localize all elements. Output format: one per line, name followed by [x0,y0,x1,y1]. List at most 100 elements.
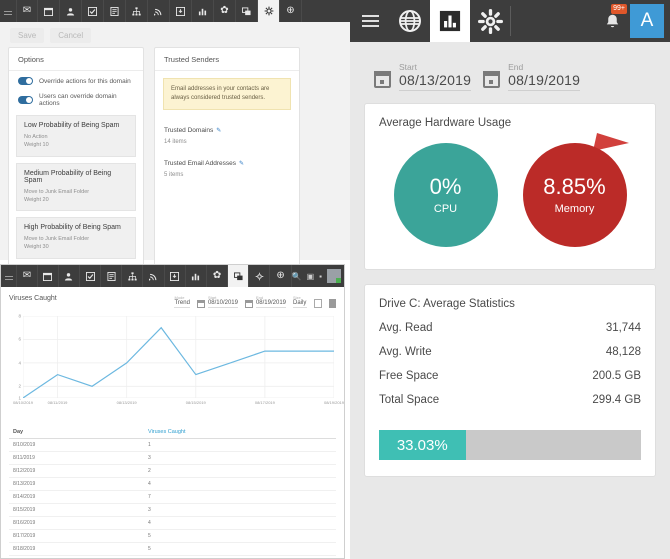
notes-icon[interactable] [101,265,123,287]
avatar-icon[interactable] [327,269,342,283]
trusted-domains-row[interactable]: Trusted Domains ✎ 14 items [155,117,299,150]
server-icon[interactable] [236,0,258,22]
server-icon[interactable] [228,265,250,287]
table-row[interactable]: 8/17/2019 5 [9,530,336,543]
toggle-override-domain[interactable]: Override actions for this domain [9,71,143,87]
end-date-field[interactable]: End 08/19/2019 [244,295,286,308]
print-icon[interactable] [329,299,336,308]
table-row[interactable]: 8/12/2019 2 [9,465,336,478]
toggle-switch-icon[interactable] [18,77,33,85]
spam-panels: Options Override actions for this domain… [0,47,350,268]
drag-handle-icon[interactable] [1,265,16,287]
severity-item-high[interactable]: High Probability of Being Spam Move to J… [16,217,136,259]
calendar-icon[interactable] [196,300,205,308]
bell-icon[interactable]: ▪ [319,272,322,281]
save-button[interactable]: Save [10,28,45,43]
tab-globe[interactable] [390,0,430,42]
x-tick-label: 08/17/2019 [254,400,275,405]
start-date-group[interactable]: Start 08/13/2019 [374,62,472,91]
cell-viruses: 5 [148,533,151,539]
cell-day: 8/17/2019 [13,533,36,539]
tab-reports[interactable] [430,0,470,42]
spam-settings-icon[interactable] [258,0,280,22]
table-row[interactable]: 8/18/2019 5 [9,543,336,556]
rss-icon[interactable] [143,265,165,287]
tab-settings[interactable] [470,0,510,42]
gear-icon[interactable]: ✿ [214,0,236,22]
spam-window-toolbar[interactable]: ✉ ✿ ⊕ [0,0,350,22]
chart-icon[interactable] [192,0,214,22]
notes-icon[interactable] [104,0,126,22]
drive-stat-row: Free Space 200.5 GB [379,364,641,388]
table-row[interactable]: 8/14/2019 7 [9,491,336,504]
tasks-icon[interactable] [80,265,102,287]
severity-item-low[interactable]: Low Probability of Being Spam No Action … [16,115,136,157]
severity-list: Low Probability of Being Spam No Action … [9,109,143,267]
table-row[interactable]: 8/16/2019 4 [9,517,336,530]
end-date-group[interactable]: End 08/19/2019 [483,62,581,91]
drive-usage-fill: 33.03% [379,430,466,460]
hamburger-icon[interactable] [350,0,390,42]
notifications-button[interactable]: 99+ [594,0,630,42]
gear-icon[interactable]: ✿ [207,265,229,287]
tasks-icon[interactable] [82,0,104,22]
calendar-icon[interactable] [38,0,60,22]
toggle-label: Users can override domain actions [39,93,117,107]
table-row[interactable]: 8/10/2019 1 [9,439,336,452]
search-icon[interactable]: 🔍 [292,272,302,281]
toggle-switch-icon[interactable] [18,96,33,104]
drive-stat-value: 48,128 [605,346,641,358]
cell-day: 8/11/2019 [13,455,35,461]
edit-pencil-icon[interactable]: ✎ [239,161,244,167]
table-row[interactable]: 8/15/2019 3 [9,504,336,517]
severity-item-medium[interactable]: Medium Probability of Being Spam Move to… [16,162,136,211]
spam-settings-icon[interactable] [249,265,271,287]
mode-select[interactable]: Mode Trend [174,295,190,308]
form-actions: Save Cancel [0,22,350,47]
severity-weight: Weight 10 [24,142,49,149]
trusted-emails-count: 5 items [164,172,184,178]
column-header-viruses[interactable]: Viruses Caught [148,429,186,435]
start-date-field[interactable]: Start 08/13/2019 [399,62,472,91]
end-date-value: 08/19/2019 [508,72,581,88]
export-icon[interactable] [314,299,322,308]
calendar-icon[interactable] [374,71,391,88]
sitemap-icon[interactable] [122,265,144,287]
inbox-icon[interactable] [170,0,192,22]
toggle-users-override[interactable]: Users can override domain actions [9,87,143,109]
x-tick-label: 08/11/2019 [47,400,68,405]
drive-stat-value: 299.4 GB [592,394,641,406]
table-row[interactable]: 8/11/2019 3 [9,452,336,465]
avatar[interactable]: A [630,4,664,38]
contact-icon[interactable] [60,0,82,22]
sitemap-icon[interactable] [126,0,148,22]
chart-icon[interactable] [186,265,207,287]
size-select[interactable]: Size Daily [293,295,307,308]
edit-pencil-icon[interactable]: ✎ [216,128,221,134]
calendar-icon[interactable] [244,300,253,308]
severity-action: Move to Junk Email Folder [24,236,90,242]
rss-icon[interactable] [148,0,170,22]
drag-handle-icon[interactable] [0,0,16,22]
y-tick-label: 8 [18,313,21,319]
calendar-icon[interactable] [38,265,59,287]
mail-icon[interactable]: ✉ [16,0,38,22]
mail-icon[interactable]: ✉ [16,265,38,287]
mail-icon[interactable]: ▣ [307,272,315,281]
contact-icon[interactable] [59,265,80,287]
add-icon[interactable]: ⊕ [270,265,292,287]
trusted-senders-card: Trusted Senders Email addresses in your … [154,47,300,268]
add-icon[interactable]: ⊕ [280,0,302,22]
trusted-emails-row[interactable]: Trusted Email Addresses ✎ 5 items [155,150,299,183]
calendar-icon[interactable] [483,71,501,88]
table-row[interactable]: 8/13/2019 4 [9,478,336,491]
trusted-senders-note: Email addresses in your contacts are alw… [163,78,291,110]
start-date-field[interactable]: Start 08/10/2019 [196,295,238,308]
memory-gauge: 8.85% Memory [522,143,627,247]
end-date-field[interactable]: End 08/19/2019 [508,62,581,91]
inbox-icon[interactable] [165,265,186,287]
report-window-toolbar[interactable]: ✉ ✿ ⊕ 🔍 ▣ ▪ [1,265,344,287]
cancel-button[interactable]: Cancel [50,28,92,43]
memory-value: 8.85% [543,173,606,199]
column-header-day[interactable]: Day [13,429,148,435]
